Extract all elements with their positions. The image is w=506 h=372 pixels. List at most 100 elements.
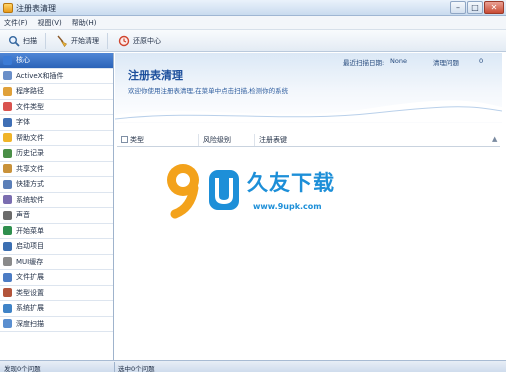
watermark: 久友下载 www.9upk.com — [161, 158, 381, 228]
sidebar-item-label: MUI缓存 — [16, 257, 44, 266]
status-bar: 发现0个问题 选中0个问题 — [0, 360, 506, 372]
sidebar-item-label: 快捷方式 — [16, 180, 44, 189]
restore-icon — [118, 35, 130, 46]
sidebar-item-label: 核心 — [16, 56, 30, 65]
sidebar-item-label: 声音 — [16, 211, 30, 220]
scan-button[interactable]: 扫描 — [4, 32, 46, 49]
system-ext-icon — [3, 303, 12, 313]
issues-count: 0 — [479, 57, 484, 65]
sidebar-item[interactable]: MUI缓存 — [0, 255, 113, 270]
watermark-text: 久友下载 — [247, 171, 335, 195]
shortcut-icon — [3, 179, 12, 189]
sidebar-item[interactable]: 深度扫描 — [0, 317, 113, 332]
window-title: 注册表清理 — [16, 4, 56, 13]
shared-file-icon — [3, 164, 12, 174]
main-panel: 最近扫描日期: None 清理问题 0 注册表清理 欢迎你使用注册表清理,在菜单… — [115, 53, 502, 360]
results-table-header: 类型 风险级别 注册表键 — [117, 133, 500, 147]
window-controls: – □ ✕ — [450, 1, 504, 14]
column-risk[interactable]: 风险级别 — [199, 133, 255, 146]
column-type-label: 类型 — [130, 135, 144, 144]
start-menu-icon — [3, 226, 12, 236]
registry-icon — [3, 55, 12, 65]
program-path-icon — [3, 86, 12, 96]
sidebar-item-label: 程序路径 — [16, 87, 44, 96]
sidebar-item-label: 深度扫描 — [16, 319, 44, 328]
menu-help[interactable]: 帮助(H) — [72, 18, 97, 28]
sidebar-item-label: 类型设置 — [16, 288, 44, 297]
minimize-button[interactable]: – — [450, 1, 466, 14]
deep-scan-icon — [3, 319, 12, 329]
column-type[interactable]: 类型 — [117, 133, 199, 146]
sidebar-item[interactable]: 快捷方式 — [0, 177, 113, 193]
file-type-icon — [3, 102, 12, 112]
sidebar-item[interactable]: 开始菜单 — [0, 224, 113, 239]
file-ext-icon — [3, 272, 12, 282]
menu-view[interactable]: 视图(V) — [38, 18, 62, 28]
toolbar: 扫描 开始清理 还原中心 — [0, 30, 506, 52]
header-banner: 最近扫描日期: None 清理问题 0 注册表清理 欢迎你使用注册表清理,在菜单… — [115, 53, 502, 123]
sidebar-item-label: 系统扩展 — [16, 304, 44, 313]
clean-label: 开始清理 — [71, 36, 99, 45]
mui-cache-icon — [3, 257, 12, 267]
broom-icon — [57, 35, 67, 47]
restore-center-button[interactable]: 还原中心 — [114, 33, 169, 49]
sidebar-item[interactable]: 文件类型 — [0, 100, 113, 115]
sidebar-item[interactable]: 历史记录 — [0, 146, 113, 162]
sidebar-item-label: 开始菜单 — [16, 226, 44, 235]
sidebar-item-label: 共享文件 — [16, 164, 44, 173]
sidebar-item[interactable]: 启动项目 — [0, 239, 113, 255]
sidebar-item[interactable]: 字体 — [0, 115, 113, 131]
maximize-button[interactable]: □ — [467, 1, 483, 14]
sidebar-item[interactable]: 系统软件 — [0, 193, 113, 208]
sidebar-item-label: 启动项目 — [16, 242, 44, 251]
column-registry-key[interactable]: 注册表键 — [255, 134, 485, 146]
scan-label: 扫描 — [23, 36, 37, 45]
column-risk-label: 风险级别 — [203, 135, 231, 144]
title-bar: 注册表清理 – □ ✕ — [0, 0, 506, 16]
startup-icon — [3, 241, 12, 251]
sidebar-item-label: 文件扩展 — [16, 273, 44, 282]
sidebar-item[interactable]: 共享文件 — [0, 162, 113, 177]
last-scan-value: None — [390, 57, 407, 65]
page-description: 欢迎你使用注册表清理,在菜单中点击扫描,检测你的系统 — [128, 87, 289, 95]
category-sidebar: 核心 ActiveX和插件 程序路径文件类型字体帮助文件历史记录共享文件快捷方式系统… — [0, 53, 114, 360]
scroll-up-arrow[interactable]: ▲ — [492, 135, 500, 145]
select-all-checkbox[interactable] — [121, 135, 128, 143]
status-divider — [114, 362, 115, 372]
sidebar-item[interactable]: 程序路径 — [0, 84, 113, 100]
sidebar-item-label: 字体 — [16, 118, 30, 127]
last-scan-label: 最近扫描日期: — [343, 59, 385, 67]
9upk-logo — [167, 164, 239, 219]
watermark-url: www.9upk.com — [253, 202, 322, 211]
sidebar-item-label: ActiveX和插件 — [16, 71, 64, 80]
menu-bar: 文件(F) 视图(V) 帮助(H) — [0, 16, 506, 30]
sidebar-item-label: 帮助文件 — [16, 133, 44, 142]
sidebar-item[interactable]: 类型设置 — [0, 286, 113, 301]
magnifier-icon — [9, 35, 20, 47]
column-registry-key-label: 注册表键 — [259, 135, 287, 144]
sidebar-item[interactable]: 声音 — [0, 208, 113, 224]
sidebar-item[interactable]: 文件扩展 — [0, 270, 113, 286]
clean-button[interactable]: 开始清理 — [52, 32, 108, 49]
found-issues-status: 发现0个问题 — [4, 365, 41, 372]
sound-icon — [3, 210, 12, 220]
issues-label: 清理问题 — [433, 59, 459, 67]
sidebar-item[interactable]: 系统扩展 — [0, 301, 113, 317]
sidebar-item[interactable]: 核心 — [0, 53, 113, 69]
sidebar-item-label: 历史记录 — [16, 149, 44, 158]
activex-icon — [3, 71, 12, 81]
menu-file[interactable]: 文件(F) — [4, 18, 28, 28]
sidebar-item-label: 文件类型 — [16, 102, 44, 111]
close-button[interactable]: ✕ — [484, 1, 504, 14]
sidebar-item[interactable]: ActiveX和插件 — [0, 69, 113, 84]
page-title: 注册表清理 — [128, 69, 183, 82]
app-icon — [3, 3, 13, 13]
software-icon — [3, 195, 12, 205]
type-settings-icon — [3, 288, 12, 298]
font-icon — [3, 117, 12, 127]
restore-label: 还原中心 — [133, 36, 161, 45]
sidebar-item[interactable]: 帮助文件 — [0, 131, 113, 146]
history-icon — [3, 148, 12, 158]
sidebar-item-label: 系统软件 — [16, 195, 44, 204]
help-file-icon — [3, 133, 12, 143]
